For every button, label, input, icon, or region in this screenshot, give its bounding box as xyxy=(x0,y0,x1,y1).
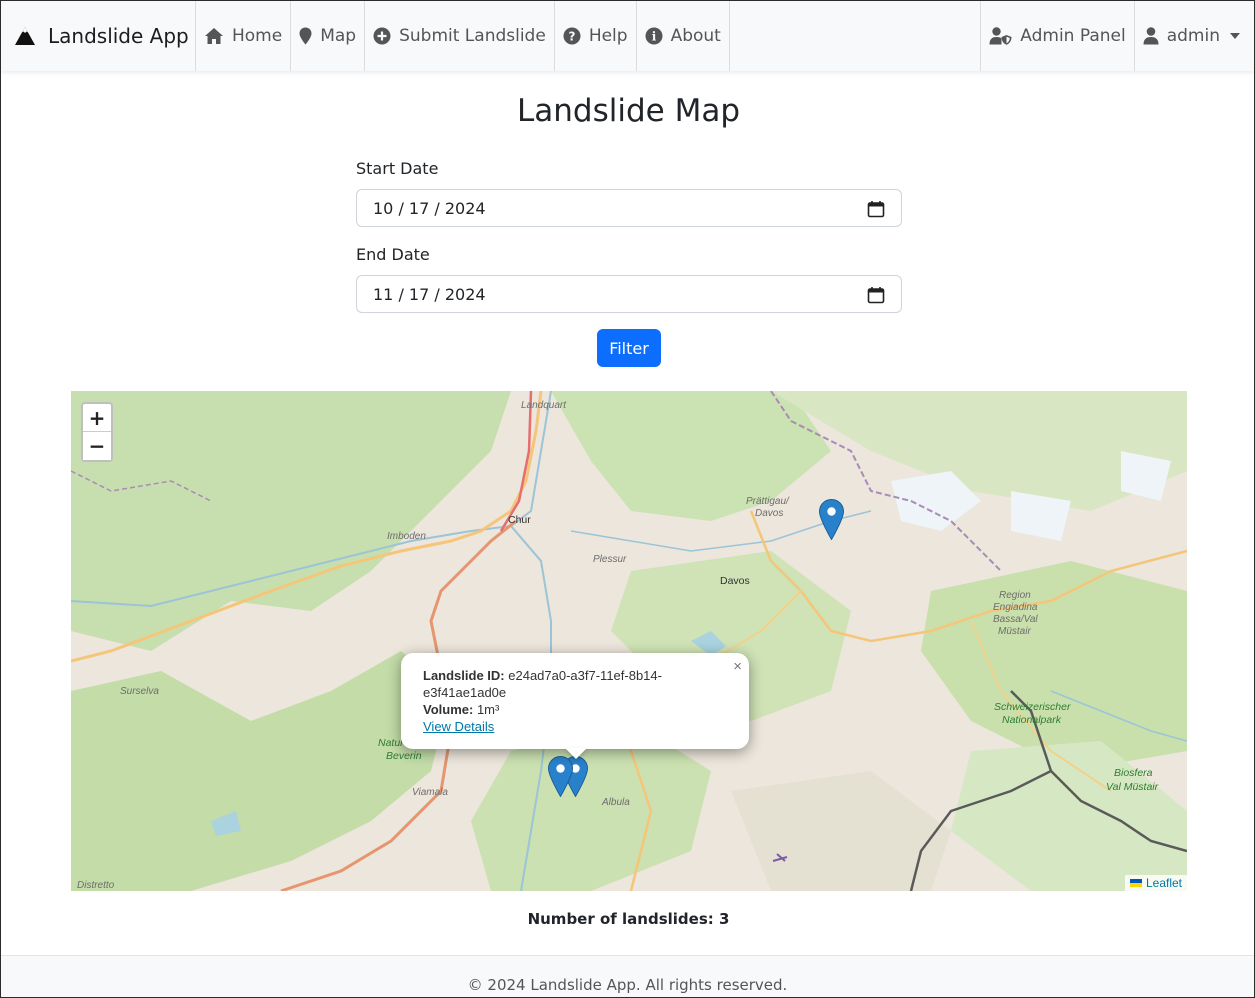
browser-frame: Landslide App Home Map Submit Landslide … xyxy=(0,0,1255,998)
end-date-input[interactable]: 11 / 17 / 2024 xyxy=(356,275,902,313)
place-label: Davos xyxy=(720,575,750,587)
place-label: Val Müstair xyxy=(1106,781,1159,793)
place-label: Chur xyxy=(508,514,531,526)
place-label: Beverin xyxy=(386,750,422,762)
user-icon xyxy=(1143,27,1159,45)
place-label: Biosfera xyxy=(1114,767,1153,779)
brand-title: Landslide App xyxy=(48,24,189,48)
user-name: admin xyxy=(1166,26,1220,46)
mountain-icon xyxy=(15,27,35,45)
place-label: Viamala xyxy=(412,787,448,798)
place-label: Region xyxy=(999,590,1031,601)
map-marker-icon xyxy=(299,27,312,45)
info-circle-icon: i xyxy=(645,27,663,45)
place-label: Engiadina xyxy=(993,602,1038,613)
zoom-in-button[interactable]: + xyxy=(83,404,111,432)
chevron-down-icon xyxy=(1230,33,1240,39)
filter-button[interactable]: Filter xyxy=(597,329,661,367)
nav-admin-label: Admin Panel xyxy=(1020,26,1126,46)
end-date-label: End Date xyxy=(356,245,430,264)
popup-volume-label: Volume: xyxy=(423,702,474,717)
calendar-icon[interactable] xyxy=(867,200,885,218)
home-icon xyxy=(205,28,223,44)
nav-map[interactable]: Map xyxy=(291,1,366,71)
start-date-value: 10 / 17 / 2024 xyxy=(373,198,486,218)
nav-submit-landslide[interactable]: Submit Landslide xyxy=(365,1,555,71)
plus-circle-icon xyxy=(373,27,391,45)
top-navbar: Landslide App Home Map Submit Landslide … xyxy=(1,1,1254,71)
landslide-marker[interactable] xyxy=(819,499,844,540)
popup-id-row: Landslide ID: e24ad7a0-a3f7-11ef-8b14-e3… xyxy=(423,667,729,701)
svg-text:?: ? xyxy=(568,30,575,44)
nav-help-label: Help xyxy=(588,26,628,46)
place-label: Schweizerischer xyxy=(994,701,1071,713)
place-label: Bassa/Val xyxy=(993,614,1038,625)
place-label: Surselva xyxy=(120,686,159,697)
page-title: Landslide Map xyxy=(517,93,740,129)
place-label: Plessur xyxy=(593,554,627,565)
landslide-popup: × Landslide ID: e24ad7a0-a3f7-11ef-8b14-… xyxy=(401,653,749,749)
place-label: Nationalpark xyxy=(1002,714,1061,726)
zoom-control: + − xyxy=(81,402,113,462)
landslide-count: Number of landslides: 3 xyxy=(527,910,730,928)
place-label: Distretto xyxy=(77,880,115,891)
view-details-link[interactable]: View Details xyxy=(423,719,494,734)
nav-about-label: About xyxy=(670,26,721,46)
leaflet-link[interactable]: Leaflet xyxy=(1146,876,1182,890)
page-footer: © 2024 Landslide App. All rights reserve… xyxy=(1,955,1254,997)
question-circle-icon: ? xyxy=(563,27,581,45)
user-shield-icon xyxy=(989,27,1012,45)
nav-admin-panel[interactable]: Admin Panel xyxy=(980,1,1133,71)
ukraine-flag-icon xyxy=(1129,879,1142,887)
brand-link[interactable]: Landslide App xyxy=(1,1,196,71)
zoom-out-button[interactable]: − xyxy=(83,432,111,460)
nav-right-group: Admin Panel admin xyxy=(980,1,1254,71)
place-label: Prättigau/ xyxy=(746,496,789,507)
nav-home-label: Home xyxy=(232,26,283,46)
nav-help[interactable]: ? Help xyxy=(555,1,637,71)
place-label: Landquart xyxy=(521,400,567,411)
place-label: Müstair xyxy=(998,626,1031,637)
place-label: Imboden xyxy=(387,531,426,542)
nav-home[interactable]: Home xyxy=(196,1,292,71)
landslide-map[interactable]: Landquart Chur Imboden Plessur Prättigau… xyxy=(71,391,1187,891)
svg-text:i: i xyxy=(651,30,656,44)
popup-tip xyxy=(565,748,587,759)
end-date-value: 11 / 17 / 2024 xyxy=(373,284,486,304)
nav-submit-label: Submit Landslide xyxy=(399,26,546,46)
start-date-input[interactable]: 10 / 17 / 2024 xyxy=(356,189,902,227)
close-icon[interactable]: × xyxy=(733,658,742,675)
place-label: Natur xyxy=(378,737,404,749)
place-label: Davos xyxy=(755,508,784,519)
map-tiles xyxy=(71,391,1187,891)
footer-text: © 2024 Landslide App. All rights reserve… xyxy=(467,976,788,994)
place-label: Albula xyxy=(602,797,630,808)
calendar-icon[interactable] xyxy=(867,286,885,304)
nav-map-label: Map xyxy=(320,26,357,46)
landslide-marker[interactable] xyxy=(548,756,573,797)
nav-about[interactable]: i About xyxy=(637,1,730,71)
popup-id-label: Landslide ID: xyxy=(423,668,505,683)
popup-volume-value: 1m³ xyxy=(476,702,500,717)
start-date-label: Start Date xyxy=(356,159,439,178)
user-dropdown[interactable]: admin xyxy=(1133,1,1254,71)
map-attribution[interactable]: Leaflet xyxy=(1124,875,1187,891)
popup-volume-row: Volume: 1m³ xyxy=(423,701,729,718)
